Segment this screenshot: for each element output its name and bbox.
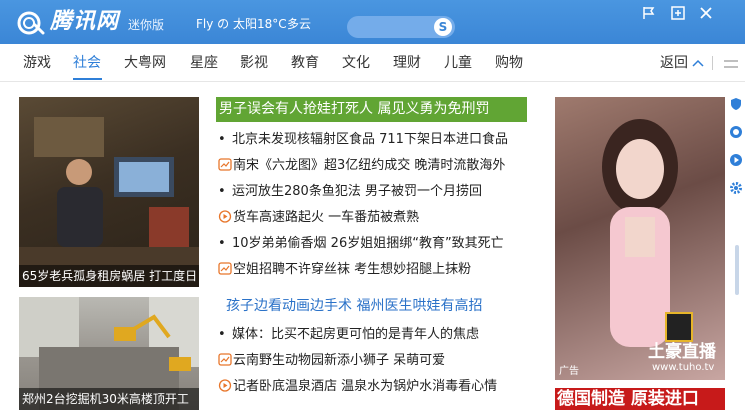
news-item[interactable]: • 北京未发现核辐射区食品 711下架日本进口食品 [218,131,508,148]
ad-logo-badge [665,312,693,342]
nav-item-games[interactable]: 游戏 [23,54,51,72]
play-circle-icon[interactable] [729,153,743,167]
news-photo-veteran[interactable]: 65岁老兵孤身租房蜗居 打工度日 [19,97,199,287]
qq-logo-icon [17,11,45,35]
gear-icon[interactable] [729,181,743,195]
news-item-text[interactable]: 媒体：比买不起房更可怕的是青年人的焦虑 [232,327,479,342]
ad-banner-image [602,119,678,347]
nav-item-society[interactable]: 社会 [73,54,101,72]
weather-temperature[interactable]: 18°C [257,16,287,32]
secondary-headline[interactable]: 孩子边看动画边手术 福州医生哄娃有高招 [226,297,482,316]
menu-icon[interactable] [724,60,738,68]
news-item-text[interactable]: 南宋《六龙图》超3亿纽约成交 晚清时流散海外 [233,158,505,173]
news-photo-excavator[interactable]: 郑州2台挖掘机30米高楼顶开工 [19,297,199,410]
bullet-icon: • [218,132,226,147]
new-window-icon[interactable] [670,5,686,21]
ad-banner-live[interactable]: 土豪直播 www.tuho.tv 广告 [555,97,725,380]
play-icon [218,210,232,223]
chevron-up-icon[interactable] [692,59,704,67]
news-item-text[interactable]: 10岁弟弟偷香烟 26岁姐姐捆绑“教育”致其死亡 [232,236,504,251]
ad-banner-text: 德国制造 原装进口 [557,389,699,409]
news-item[interactable]: 货车高速路起火 一车番茄被煮熟 [218,209,419,226]
search-icon[interactable]: S [434,18,452,36]
photo-caption: 65岁老兵孤身租房蜗居 打工度日 [19,265,199,287]
image-icon [218,262,232,275]
news-item-text[interactable]: 货车高速路起火 一车番茄被煮熟 [233,210,419,225]
qq-icon[interactable] [729,125,743,139]
image-icon [218,158,232,171]
nav-item-culture[interactable]: 文化 [342,54,370,72]
news-item[interactable]: • 运河放生280条鱼犯法 男子被罚一个月捞回 [218,183,482,200]
photo-caption: 郑州2台挖掘机30米高楼顶开工 [19,388,199,410]
ad-banner-import[interactable]: 德国制造 原装进口 [555,388,725,410]
ad-logo-text: 土豪直播 [648,342,716,362]
news-item-text[interactable]: 记者卧底温泉酒店 温泉水为锅炉水消毒看心情 [233,379,497,394]
news-item[interactable]: 南宋《六龙图》超3亿纽约成交 晚清时流散海外 [218,157,505,174]
weather-description[interactable]: 多云 [287,16,311,32]
close-icon[interactable] [698,5,714,21]
bullet-icon: • [218,184,226,199]
news-item[interactable]: • 媒体：比买不起房更可怕的是青年人的焦虑 [218,326,479,343]
top-headline[interactable]: 男子误会有人抢娃打死人 属见义勇为免刑罚 [219,100,489,119]
nav-item-children[interactable]: 儿童 [444,54,472,72]
mini-version-label: 迷你版 [128,18,165,32]
ad-logo-url: www.tuho.tv [652,362,715,373]
nav-item-movies[interactable]: 影视 [240,54,268,72]
image-icon [218,353,232,366]
photo-veteran-image [19,117,199,287]
back-button[interactable]: 返回 [660,54,688,72]
bullet-icon: • [218,327,226,342]
news-item-text[interactable]: 空姐招聘不许穿丝袜 考生想妙招腿上抹粉 [233,262,471,277]
brand-title[interactable]: 腾讯网 [50,8,119,36]
pin-icon[interactable] [641,5,657,21]
search-box[interactable]: S [347,16,455,38]
nav-item-finance[interactable]: 理财 [393,54,421,72]
news-item[interactable]: 记者卧底温泉酒店 温泉水为锅炉水消毒看心情 [218,378,497,395]
ad-tag: 广告 [559,366,579,377]
scrollbar-thumb[interactable] [735,245,739,295]
channel-nav: 游戏 社会 大粤网 星座 影视 教育 文化 理财 儿童 购物 返回 [0,44,745,82]
news-item-text[interactable]: 北京未发现核辐射区食品 711下架日本进口食品 [232,132,508,147]
nav-item-education[interactable]: 教育 [291,54,319,72]
nav-item-astro[interactable]: 星座 [190,54,218,72]
news-item-text[interactable]: 运河放生280条鱼犯法 男子被罚一个月捞回 [232,184,482,199]
news-item[interactable]: 空姐招聘不许穿丝袜 考生想妙招腿上抹粉 [218,261,471,278]
title-bar: 腾讯网 迷你版 Fly の 太阳 18°C 多云 S [0,0,745,44]
nav-item-dayue[interactable]: 大粤网 [124,54,166,72]
active-tab-underline [73,78,102,80]
user-name[interactable]: Fly の 太阳 [196,16,257,32]
news-item[interactable]: • 10岁弟弟偷香烟 26岁姐姐捆绑“教育”致其死亡 [218,235,504,252]
shield-icon[interactable] [729,97,743,111]
nav-item-shopping[interactable]: 购物 [495,54,523,72]
news-item-text[interactable]: 云南野生动物园新添小狮子 呆萌可爱 [233,353,445,368]
news-item[interactable]: 云南野生动物园新添小狮子 呆萌可爱 [218,352,445,369]
bullet-icon: • [218,236,226,251]
play-icon [218,379,232,392]
nav-divider [712,56,713,70]
search-input[interactable] [357,19,433,35]
